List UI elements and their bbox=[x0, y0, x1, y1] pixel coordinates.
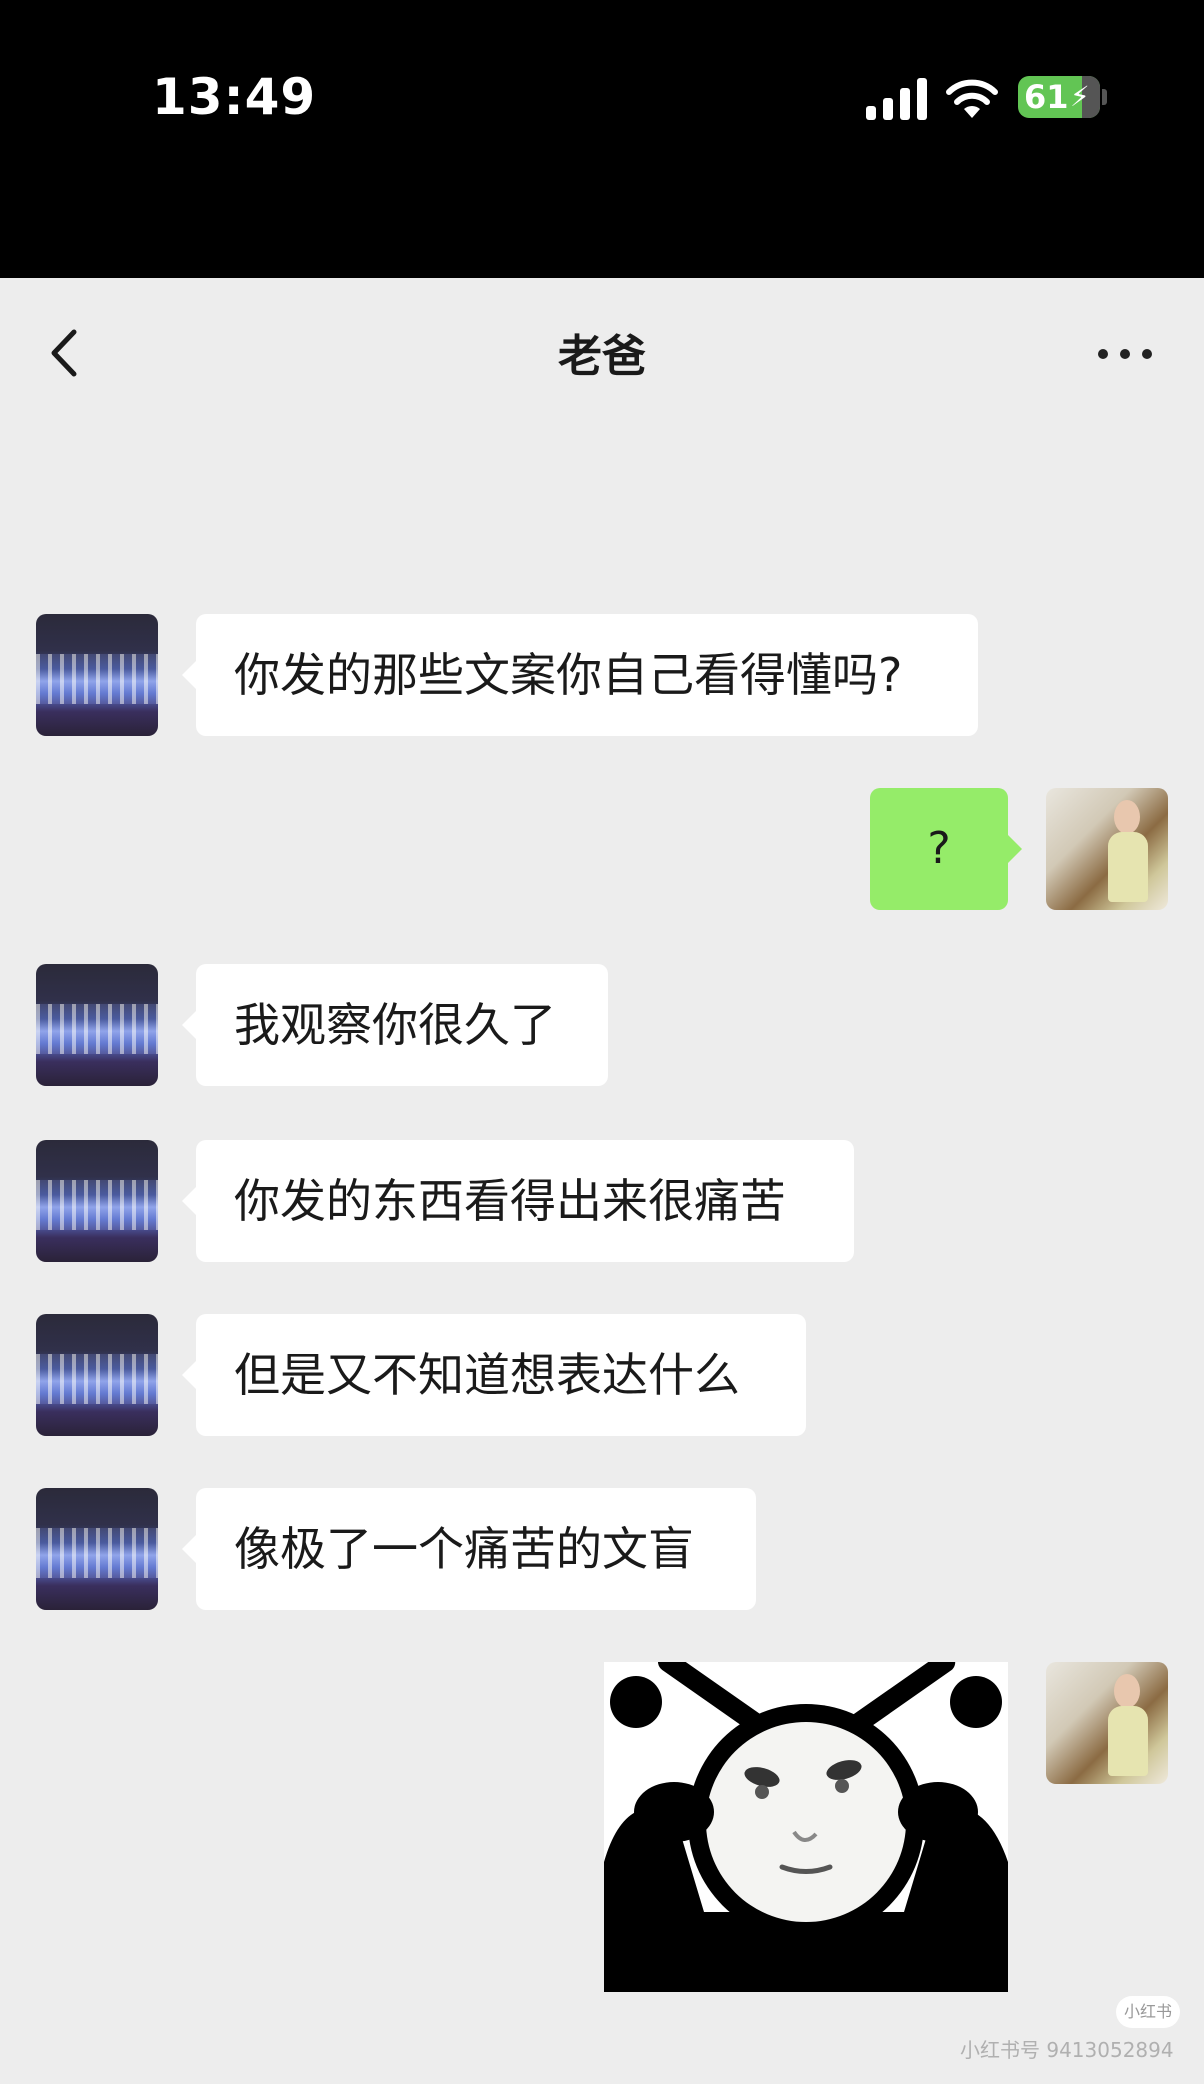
dad-avatar[interactable] bbox=[36, 1140, 158, 1262]
message-bubble[interactable]: 但是又不知道想表达什么 bbox=[182, 1314, 806, 1436]
dad-avatar[interactable] bbox=[36, 1488, 158, 1610]
watermark-id: 小红书号 9413052894 bbox=[960, 2038, 1174, 2062]
watermark-logo: 小红书 bbox=[1116, 1996, 1181, 2028]
battery-cap bbox=[1102, 89, 1107, 105]
message-bubble[interactable]: 像极了一个痛苦的文盲 bbox=[182, 1488, 756, 1610]
message-bubble[interactable]: 你发的东西看得出来很痛苦 bbox=[182, 1140, 854, 1262]
wifi-icon bbox=[946, 79, 998, 118]
my-avatar[interactable] bbox=[1046, 1662, 1168, 1784]
chat-title: 老爸 bbox=[558, 331, 646, 382]
message-bubble[interactable]: 我观察你很久了 bbox=[182, 964, 608, 1086]
more-options-icon[interactable] bbox=[1090, 338, 1160, 368]
dad-avatar[interactable] bbox=[36, 964, 158, 1086]
status-time: 13:49 bbox=[152, 68, 317, 126]
meme-face-icon bbox=[604, 1662, 1008, 1992]
message-bubble[interactable]: 你发的那些文案你自己看得懂吗? bbox=[182, 614, 978, 736]
status-bar: 13:49 61 ⚡ bbox=[0, 0, 1204, 278]
chat-header: 老爸 bbox=[0, 278, 1204, 418]
my-message-bubble[interactable]: ? bbox=[870, 788, 1022, 910]
dad-avatar[interactable] bbox=[36, 614, 158, 736]
battery-level: 61 bbox=[1024, 78, 1069, 116]
charging-icon: ⚡ bbox=[1070, 80, 1090, 113]
my-avatar[interactable] bbox=[1046, 788, 1168, 910]
battery-icon: 61 ⚡ bbox=[1018, 76, 1100, 118]
dad-avatar[interactable] bbox=[36, 1314, 158, 1436]
sticker-image[interactable] bbox=[604, 1662, 1008, 1992]
signal-icon bbox=[866, 78, 927, 120]
